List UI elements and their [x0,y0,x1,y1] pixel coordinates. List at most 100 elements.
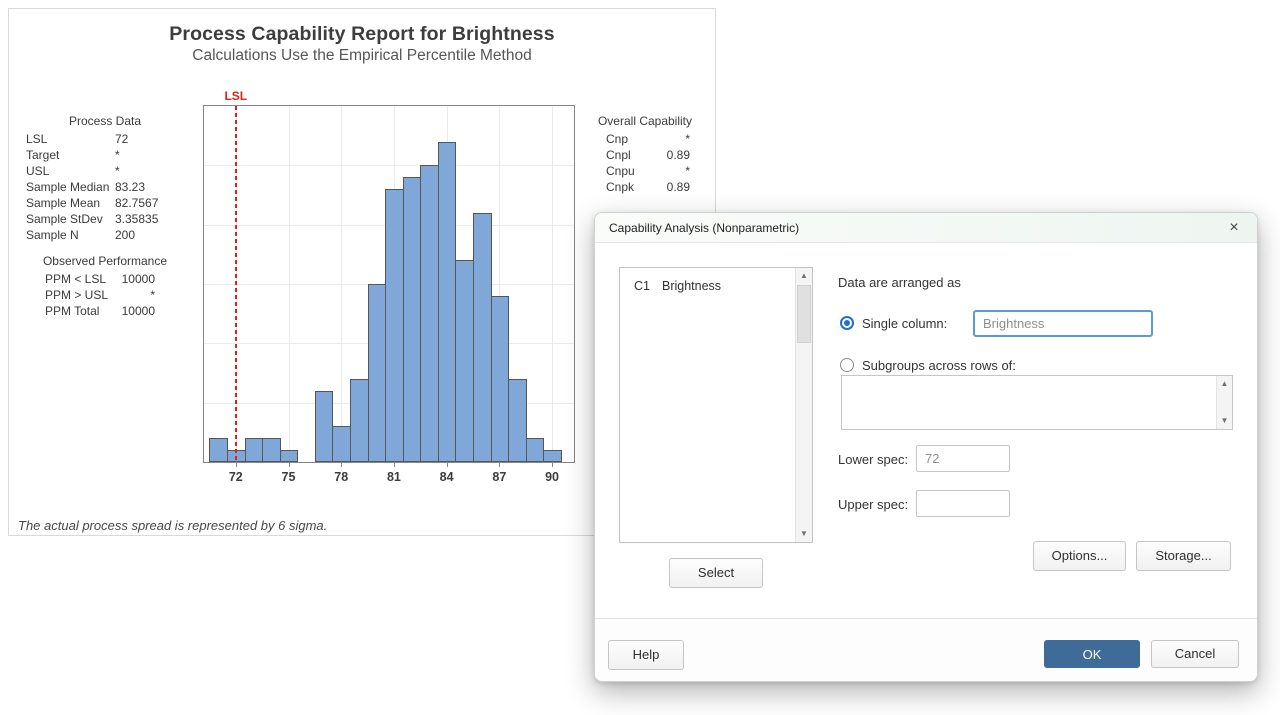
scroll-up-icon[interactable]: ▲ [796,268,812,284]
dialog-title: Capability Analysis (Nonparametric) [609,213,799,243]
options-button[interactable]: Options... [1033,541,1126,571]
upper-spec-input[interactable] [916,490,1010,517]
chart-title: Process Capability Report for Brightness [9,23,715,46]
process-data-header: Process Data [26,113,184,131]
lsl-label: LSL [224,89,247,103]
single-column-input[interactable] [973,310,1153,337]
list-item[interactable]: C1 Brightness [634,279,721,293]
histogram-bar [455,260,474,462]
overall-capability-rows: Cnp*Cnpl0.89Cnpu*Cnpk0.89 [596,131,694,195]
footer-divider [595,618,1257,619]
cancel-button[interactable]: Cancel [1151,640,1239,668]
subgroups-textarea[interactable]: ▲ ▼ [841,375,1233,430]
x-tick-label: 90 [545,470,559,484]
stat-row: Sample StDev3.35835 [26,211,184,227]
histogram-bar [491,296,510,462]
dialog-titlebar[interactable]: Capability Analysis (Nonparametric) × [595,213,1257,243]
stat-row: Cnpl0.89 [596,147,694,163]
gridline-vertical [552,106,553,462]
x-tick-label: 81 [387,470,401,484]
lsl-line [235,106,237,462]
stat-row: PPM Total10000 [30,303,180,319]
close-icon[interactable]: × [1219,213,1249,243]
column-name: Brightness [662,279,721,293]
histogram-bar [368,284,387,462]
scroll-up-icon[interactable]: ▲ [1217,376,1232,392]
columns-listbox[interactable]: C1 Brightness ▲ ▼ [619,267,813,543]
lower-spec-label: Lower spec: [838,452,908,467]
chart-footnote: The actual process spread is represented… [18,518,327,533]
x-tick-label: 87 [492,470,506,484]
stat-row: Cnpk0.89 [596,179,694,195]
stat-row: PPM > USL* [30,287,180,303]
histogram-bar [385,189,404,462]
upper-spec-label: Upper spec: [838,497,908,512]
x-axis-tick [341,463,342,467]
stat-row: Target* [26,147,184,163]
help-button[interactable]: Help [608,640,684,670]
x-tick-label: 75 [282,470,296,484]
x-axis-tick [552,463,553,467]
histogram-bar [403,177,422,462]
histogram-plot: LSL 72757881848790 [203,105,575,463]
histogram-bar [315,391,334,462]
storage-button[interactable]: Storage... [1136,541,1231,571]
single-column-radio[interactable] [840,316,854,330]
overall-capability-header: Overall Capability [596,113,694,131]
histogram-bar [350,379,369,462]
histogram-bar [245,438,264,462]
stat-row: Sample N200 [26,227,184,243]
select-button[interactable]: Select [669,558,763,588]
process-data-rows: LSL72Target*USL*Sample Median83.23Sample… [26,131,184,243]
process-data-panel: Process Data LSL72Target*USL*Sample Medi… [26,113,184,243]
x-axis-tick [499,463,500,467]
histogram-bar [508,379,527,462]
stat-row: LSL72 [26,131,184,147]
stat-row: PPM < LSL10000 [30,271,180,287]
chart-subtitle: Calculations Use the Empirical Percentil… [9,47,715,65]
x-axis-tick [447,463,448,467]
lower-spec-input[interactable] [916,445,1010,472]
stat-row: Sample Mean82.7567 [26,195,184,211]
single-column-label: Single column: [862,316,947,331]
x-tick-label: 78 [334,470,348,484]
x-axis-tick [236,463,237,467]
histogram-bar [438,142,457,462]
histogram-bar [543,450,562,462]
x-axis-tick [289,463,290,467]
histogram-bar [209,438,228,462]
scroll-down-icon[interactable]: ▼ [1217,413,1232,429]
x-tick-label: 72 [229,470,243,484]
data-arranged-label: Data are arranged as [838,275,961,290]
column-id: C1 [634,279,650,293]
x-tick-label: 84 [440,470,454,484]
scroll-down-icon[interactable]: ▼ [796,526,812,542]
stat-row: Sample Median83.23 [26,179,184,195]
gridline-vertical [289,106,290,462]
ok-button[interactable]: OK [1044,640,1140,668]
stat-row: Cnp* [596,131,694,147]
listbox-scrollbar[interactable]: ▲ ▼ [795,268,812,542]
histogram-bar [280,450,299,462]
gridline-vertical [341,106,342,462]
histogram-bar [262,438,281,462]
observed-performance-header: Observed Performance [30,253,180,271]
subgroups-label: Subgroups across rows of: [862,358,1016,373]
histogram-bar [526,438,545,462]
x-axis-tick [394,463,395,467]
histogram-bar [332,426,351,462]
histogram-bar [420,165,439,462]
subgroups-radio-row[interactable]: Subgroups across rows of: [840,353,1016,377]
histogram-bar [473,213,492,462]
single-column-radio-row[interactable]: Single column: [840,309,947,337]
capability-analysis-dialog: Capability Analysis (Nonparametric) × C1… [594,212,1258,682]
observed-performance-panel: Observed Performance PPM < LSL10000PPM >… [30,253,180,319]
gridline-horizontal [204,165,574,166]
subgroups-scrollbar[interactable]: ▲ ▼ [1216,376,1232,429]
overall-capability-panel: Overall Capability Cnp*Cnpl0.89Cnpu*Cnpk… [596,113,694,195]
scrollbar-thumb[interactable] [797,285,811,343]
observed-performance-rows: PPM < LSL10000PPM > USL*PPM Total10000 [30,271,180,319]
subgroups-radio[interactable] [840,358,854,372]
stat-row: Cnpu* [596,163,694,179]
stat-row: USL* [26,163,184,179]
